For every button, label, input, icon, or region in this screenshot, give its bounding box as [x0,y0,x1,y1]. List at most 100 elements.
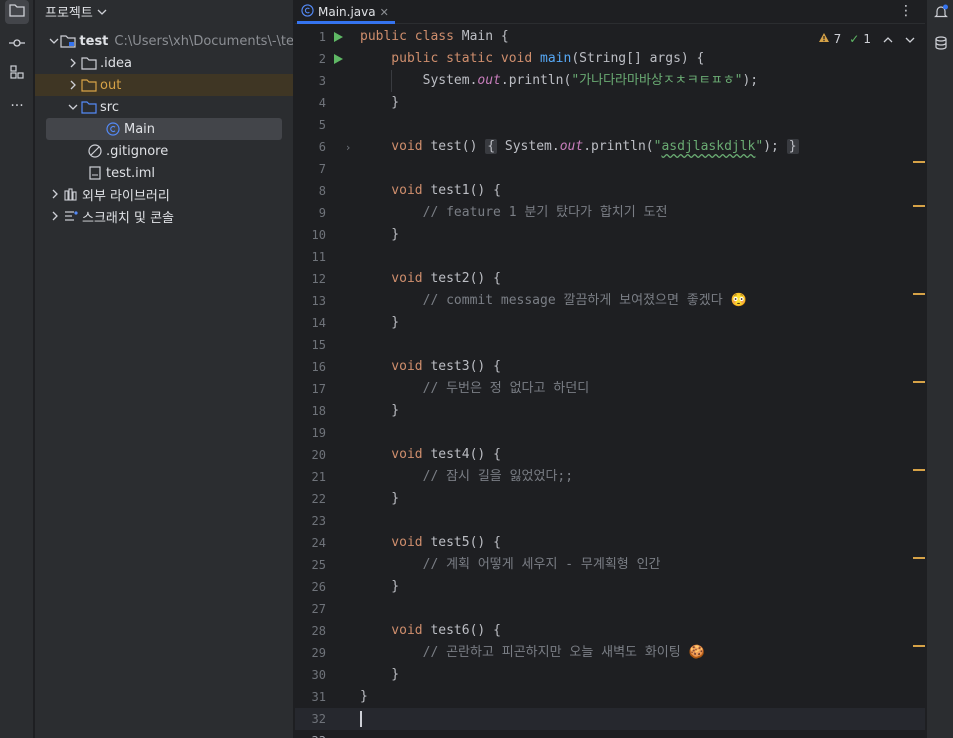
code-line: } [360,491,400,506]
chevron-down-icon[interactable] [905,32,915,46]
commit-tool-button[interactable] [5,32,29,56]
chevron-right-icon[interactable] [47,211,63,221]
tree-item-src[interactable]: src [35,96,293,118]
line-number: 3 [318,74,326,88]
module-folder-icon [60,33,77,49]
structure-tool-button[interactable] [5,62,29,86]
code-line: void test4() { [360,447,501,462]
text-caret [360,711,362,727]
code-line: void test2() { [360,271,501,286]
warning-marker[interactable] [913,293,925,295]
tree-item-label: 외부 라이브러리 [82,188,170,204]
code-line: } [360,227,400,242]
tree-item-label: Main [124,121,156,137]
chevron-right-icon[interactable] [65,80,81,90]
warning-marker[interactable] [913,557,925,559]
java-class-icon [105,121,121,137]
line-number: 20 [311,448,326,462]
run-main-icon[interactable] [334,54,343,64]
code-line: System.out.println("가나다라마바상ㅈㅊㅋㅌㅍㅎ"); [360,73,759,88]
java-class-icon [301,4,314,20]
excluded-folder-icon [81,77,97,93]
line-number: 30 [311,668,326,682]
tree-item-iml[interactable]: test.iml [35,162,293,184]
right-tool-strip [926,0,953,738]
line-number: 13 [311,294,326,308]
folder-icon [81,55,97,71]
more-options-icon[interactable]: ⋮ [899,3,913,19]
notifications-icon[interactable] [933,4,949,24]
project-title: 프로젝트 [45,5,93,21]
code-comment: // 곤란하고 피곤하지만 오늘 새벽도 화이팅 🍪 [360,645,705,660]
root-path: C:\Users\xh\Documents\-\te [114,33,294,49]
code-area[interactable]: public class Main { public static void m… [360,26,920,738]
code-line: void test6() { [360,623,501,638]
line-number: 22 [311,492,326,506]
folded-region: { [485,139,498,154]
inspection-widget[interactable]: 7 ✓ 1 [818,32,915,46]
tree-item-libraries[interactable]: 외부 라이브러리 [35,183,293,205]
tree-item-idea[interactable]: .idea [35,52,293,74]
tree-item-root[interactable]: test C:\Users\xh\Documents\-\te [35,30,294,52]
tree-item-label: 스크래치 및 콘솔 [82,210,174,226]
line-number: 32 [311,712,326,726]
commit-icon [9,37,25,52]
root-name: test [79,33,109,49]
line-number: 6 [318,140,326,154]
line-number: 25 [311,558,326,572]
tree-item-label: test.iml [106,165,155,181]
chevron-right-icon[interactable] [47,189,63,199]
warning-marker[interactable] [913,469,925,471]
code-line: } [360,667,400,682]
code-comment: // commit message 깔끔하게 보여졌으면 좋겠다 😳 [360,293,747,308]
folder-icon [9,3,25,21]
chevron-up-icon[interactable] [883,32,893,46]
line-number: 18 [311,404,326,418]
warning-marker[interactable] [913,381,925,383]
project-tool-button[interactable] [5,0,29,24]
line-number: 16 [311,360,326,374]
code-line: } [360,689,368,704]
warning-marker[interactable] [913,205,925,207]
close-icon[interactable]: ✕ [380,6,389,19]
project-panel-header[interactable]: 프로젝트 [45,1,107,21]
line-number: 27 [311,602,326,616]
run-class-icon[interactable] [334,32,343,42]
line-number: 2 [318,52,326,66]
chevron-down-icon[interactable] [47,38,60,44]
warning-marker[interactable] [913,161,925,163]
line-number: 15 [311,338,326,352]
editor-gutter: 1 2 3 4 5 6 7 8 9 10 11 12 13 14 15 16 1… [295,26,355,738]
tab-label: Main.java [318,5,376,19]
line-number: 23 [311,514,326,528]
line-number: 5 [318,118,326,132]
ok-count: 1 [863,32,871,46]
code-line: public class Main { [360,29,509,44]
line-number: 8 [318,184,326,198]
database-icon[interactable] [934,36,948,54]
code-line: } [360,579,400,594]
chevron-down-icon[interactable] [65,104,81,110]
typo-warning: asdjlaskdjlk [661,139,756,154]
chevron-right-icon[interactable] [65,58,81,68]
fold-expand-icon[interactable]: › [346,141,350,154]
more-icon: ··· [10,98,24,114]
more-tools-button[interactable]: ··· [5,94,29,118]
tree-item-out[interactable]: out [35,74,293,96]
line-number: 12 [311,272,326,286]
code-line: void test3() { [360,359,501,374]
line-number: 1 [318,30,326,44]
check-icon: ✓ [849,32,860,46]
line-number: 14 [311,316,326,330]
tree-item-main[interactable]: Main [46,118,282,140]
warning-marker[interactable] [913,645,925,647]
tree-item-gitignore[interactable]: .gitignore [35,140,293,162]
code-comment: // 잠시 길을 잃었었다;; [360,469,574,484]
code-line: void test1() { [360,183,501,198]
line-number: 33 [295,730,326,738]
tree-item-scratches[interactable]: 스크래치 및 콘솔 [35,205,293,227]
left-tool-strip: ··· [0,0,34,738]
line-number: 24 [311,536,326,550]
line-number: 26 [311,580,326,594]
source-folder-icon [81,99,97,115]
